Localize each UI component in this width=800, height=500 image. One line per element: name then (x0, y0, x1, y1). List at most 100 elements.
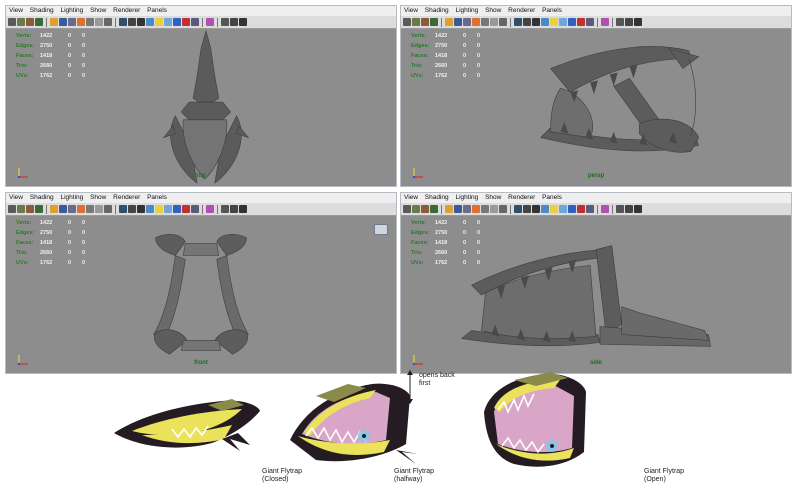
film-gate-icon[interactable] (68, 205, 76, 213)
shadow-icon[interactable] (164, 205, 172, 213)
texture-icon[interactable] (523, 18, 531, 26)
image-plane-icon[interactable] (445, 18, 453, 26)
texture-icon[interactable] (523, 205, 531, 213)
lock-icon[interactable] (430, 18, 438, 26)
hud-icon[interactable] (601, 18, 609, 26)
lock-icon[interactable] (430, 205, 438, 213)
grid-icon[interactable] (454, 18, 462, 26)
resolution-gate-icon[interactable] (472, 18, 480, 26)
menu-lighting[interactable]: Lighting (60, 7, 83, 14)
bookmark-icon[interactable] (421, 205, 429, 213)
shaded-icon[interactable] (514, 205, 522, 213)
viewport-canvas[interactable]: Verts: 1422 0 0 Edges: 2750 0 0 Faces: 1418 0 0 T… (6, 216, 396, 373)
shadow-icon[interactable] (559, 205, 567, 213)
menu-panels[interactable]: Panels (542, 194, 562, 201)
render-icon[interactable] (182, 18, 190, 26)
wireframe-icon[interactable] (86, 18, 94, 26)
camera-icon[interactable] (412, 18, 420, 26)
menu-renderer[interactable]: Renderer (508, 7, 535, 14)
flat-shade-icon[interactable] (104, 18, 112, 26)
grid-toggle-icon[interactable] (230, 205, 238, 213)
camera-icon[interactable] (17, 18, 25, 26)
grid-toggle-icon[interactable] (625, 18, 633, 26)
bookmark-icon[interactable] (421, 18, 429, 26)
image-plane-icon[interactable] (445, 205, 453, 213)
grid-icon[interactable] (59, 205, 67, 213)
grid-toggle-icon[interactable] (230, 18, 238, 26)
render-icon[interactable] (577, 205, 585, 213)
isolate-select-icon[interactable] (616, 205, 624, 213)
select-tool-icon[interactable] (8, 18, 16, 26)
smooth-shade-icon[interactable] (490, 205, 498, 213)
viewport-front[interactable]: View Shading Lighting Show Renderer Pane… (5, 192, 397, 374)
menu-shading[interactable]: Shading (30, 194, 54, 201)
film-gate-icon[interactable] (463, 205, 471, 213)
grid-icon[interactable] (454, 205, 462, 213)
light-icon[interactable] (550, 205, 558, 213)
xray-joints-icon[interactable] (634, 18, 642, 26)
resolution-gate-icon[interactable] (77, 205, 85, 213)
camera-icon[interactable] (412, 205, 420, 213)
resolution-gate-icon[interactable] (77, 18, 85, 26)
menu-lighting[interactable]: Lighting (455, 194, 478, 201)
xray-joints-icon[interactable] (239, 18, 247, 26)
menu-show[interactable]: Show (90, 194, 106, 201)
shaded-icon[interactable] (119, 205, 127, 213)
menu-show[interactable]: Show (485, 194, 501, 201)
wireframe-icon[interactable] (481, 205, 489, 213)
isolate-select-icon[interactable] (616, 18, 624, 26)
film-gate-icon[interactable] (68, 18, 76, 26)
viewport-canvas[interactable]: Verts: 1422 0 0 Edges: 2750 0 0 Faces: 1418 0 0 T… (401, 29, 791, 186)
menu-lighting[interactable]: Lighting (455, 7, 478, 14)
menu-panels[interactable]: Panels (147, 7, 167, 14)
ambient-occlusion-icon[interactable] (568, 18, 576, 26)
shadow-icon[interactable] (559, 18, 567, 26)
flat-shade-icon[interactable] (104, 205, 112, 213)
lock-icon[interactable] (35, 18, 43, 26)
smooth-shade-icon[interactable] (95, 18, 103, 26)
menu-panels[interactable]: Panels (147, 194, 167, 201)
menu-renderer[interactable]: Renderer (113, 7, 140, 14)
wireframe-icon[interactable] (481, 18, 489, 26)
viewport-canvas[interactable]: Verts: 1422 0 0 Edges: 2750 0 0 Faces: 1418 0 0 T… (401, 216, 791, 373)
viewport-persp[interactable]: View Shading Lighting Show Renderer Pane… (400, 5, 792, 187)
light-icon[interactable] (155, 18, 163, 26)
xray-joints-icon[interactable] (239, 205, 247, 213)
light-icon[interactable] (155, 205, 163, 213)
image-plane-icon[interactable] (50, 18, 58, 26)
motion-blur-icon[interactable] (586, 205, 594, 213)
camera-icon[interactable] (17, 205, 25, 213)
viewport-canvas[interactable]: Verts: 1422 0 0 Edges: 2750 0 0 Faces: 1418 0 0 T… (6, 29, 396, 186)
flat-shade-icon[interactable] (499, 205, 507, 213)
hud-icon[interactable] (206, 18, 214, 26)
menu-lighting[interactable]: Lighting (60, 194, 83, 201)
motion-blur-icon[interactable] (191, 205, 199, 213)
menu-shading[interactable]: Shading (425, 194, 449, 201)
menu-renderer[interactable]: Renderer (508, 194, 535, 201)
menu-shading[interactable]: Shading (30, 7, 54, 14)
viewport-top[interactable]: View Shading Lighting Show Renderer Pane… (5, 5, 397, 187)
xray-icon[interactable] (532, 205, 540, 213)
flat-shade-icon[interactable] (499, 18, 507, 26)
shaded-icon[interactable] (119, 18, 127, 26)
isolate-icon[interactable] (541, 18, 549, 26)
ambient-occlusion-icon[interactable] (173, 205, 181, 213)
motion-blur-icon[interactable] (586, 18, 594, 26)
isolate-icon[interactable] (541, 205, 549, 213)
menu-show[interactable]: Show (90, 7, 106, 14)
bookmark-icon[interactable] (26, 205, 34, 213)
menu-view[interactable]: View (404, 7, 418, 14)
light-icon[interactable] (550, 18, 558, 26)
smooth-shade-icon[interactable] (490, 18, 498, 26)
motion-blur-icon[interactable] (191, 18, 199, 26)
smooth-shade-icon[interactable] (95, 205, 103, 213)
xray-icon[interactable] (532, 18, 540, 26)
shadow-icon[interactable] (164, 18, 172, 26)
texture-icon[interactable] (128, 18, 136, 26)
xray-joints-icon[interactable] (634, 205, 642, 213)
ambient-occlusion-icon[interactable] (173, 18, 181, 26)
wireframe-icon[interactable] (86, 205, 94, 213)
shaded-icon[interactable] (514, 18, 522, 26)
menu-view[interactable]: View (9, 7, 23, 14)
menu-view[interactable]: View (9, 194, 23, 201)
